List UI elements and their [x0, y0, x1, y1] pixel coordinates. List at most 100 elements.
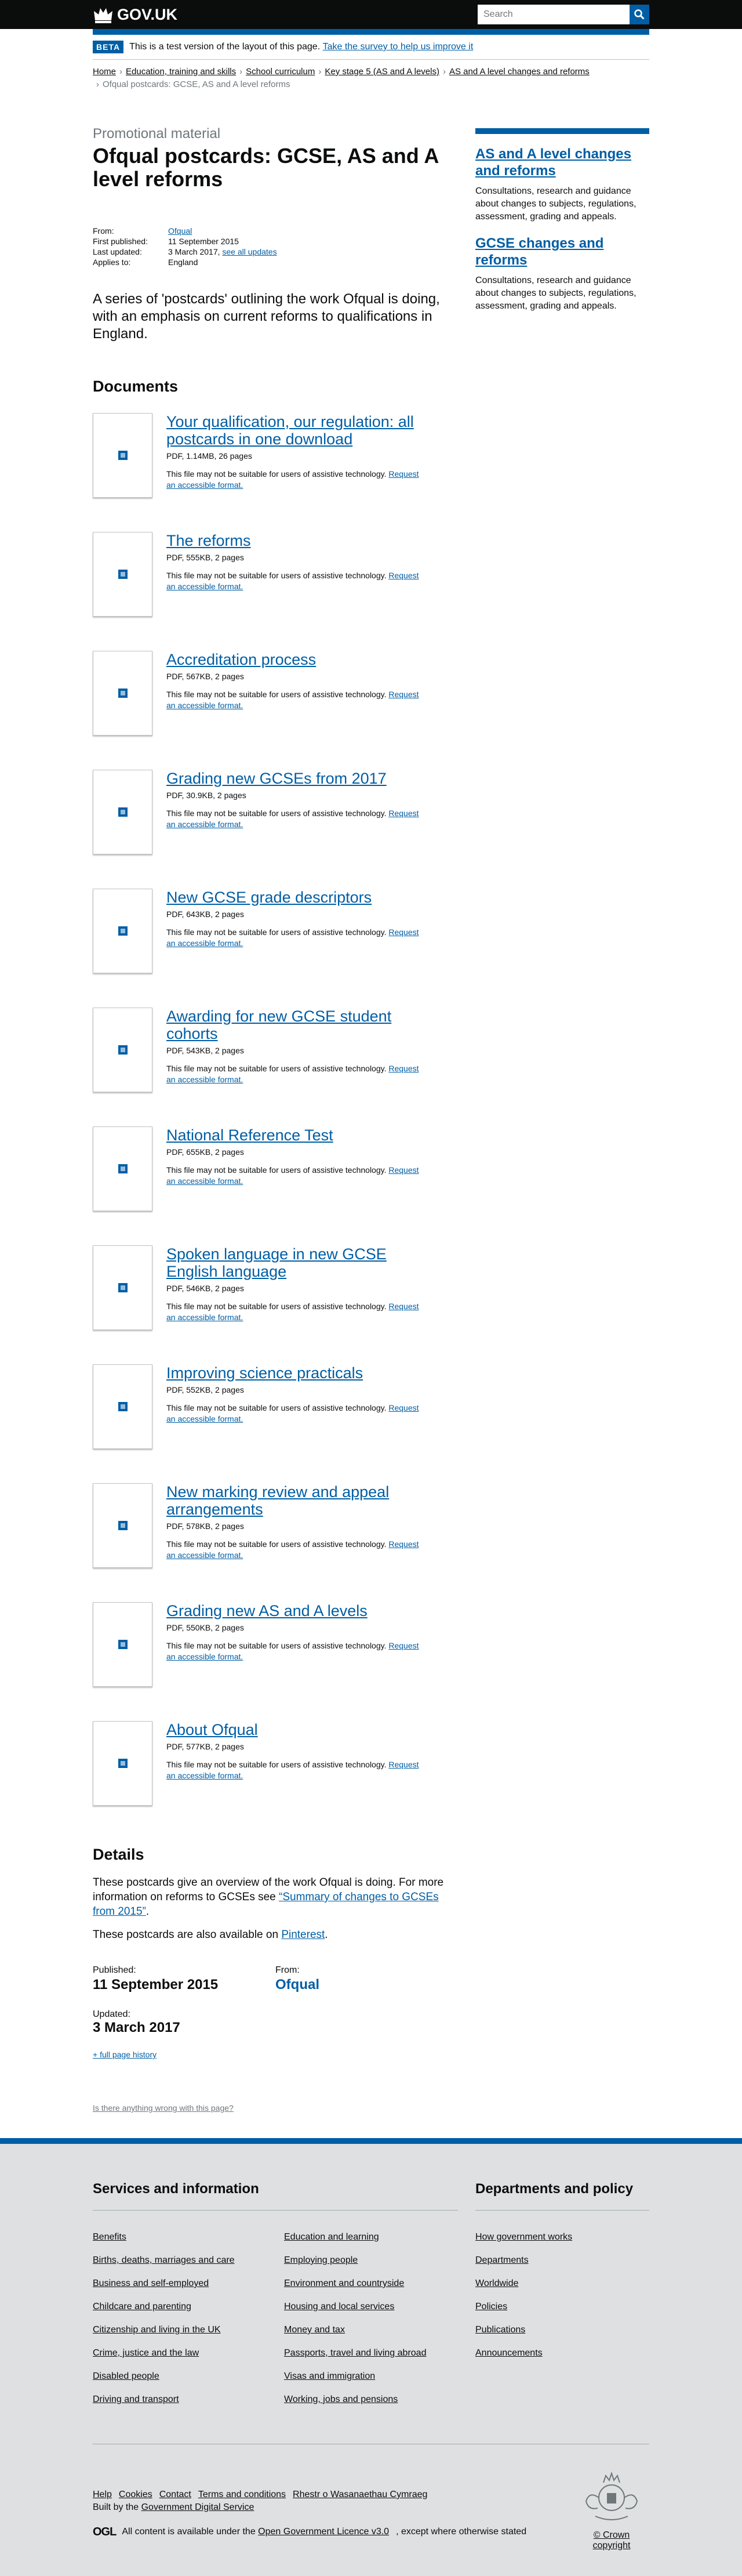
document-title-link[interactable]: Accreditation process — [166, 651, 427, 668]
related-desc-as-a-level: Consultations, research and guidance abo… — [475, 186, 636, 222]
survey-link[interactable]: Take the survey to help us improve it — [323, 42, 474, 52]
related-link-as-a-level[interactable]: AS and A level changes and reforms — [475, 146, 649, 179]
updated-label: Updated: — [93, 2009, 130, 2019]
document-title-link[interactable]: Grading new GCSEs from 2017 — [166, 770, 427, 787]
footer-service-link[interactable]: Working, jobs and pensions — [284, 2394, 398, 2404]
footer-meta-link[interactable]: Help — [93, 2490, 112, 2499]
document-thumbnail[interactable] — [93, 770, 152, 854]
document-thumbnail[interactable] — [93, 1483, 152, 1568]
search-input[interactable] — [478, 5, 630, 24]
footer-service-link[interactable]: Citizenship and living in the UK — [93, 2325, 221, 2335]
footer-service-link[interactable]: Crime, justice and the law — [93, 2348, 199, 2358]
crown-copyright: © Crown copyright — [574, 2468, 649, 2551]
built-by-text: Built by the — [93, 2502, 139, 2512]
search-button[interactable] — [630, 5, 649, 24]
document-title-link[interactable]: Awarding for new GCSE student cohorts — [166, 1008, 427, 1042]
warning-text: This file may not be suitable for users … — [166, 1403, 387, 1412]
breadcrumb-link[interactable]: Home — [93, 67, 116, 77]
footer-service-link[interactable]: Disabled people — [93, 2371, 159, 2381]
document-thumbnail[interactable] — [93, 889, 152, 973]
warning-text: This file may not be suitable for users … — [166, 1165, 387, 1175]
published-label: Published: — [93, 1965, 136, 1975]
see-all-updates-link[interactable]: see all updates — [222, 247, 277, 256]
related-sidebar: AS and A level changes and reforms Consu… — [475, 126, 649, 2113]
document-thumbnail[interactable] — [93, 1126, 152, 1211]
document-title-link[interactable]: New marking review and appeal arrangemen… — [166, 1483, 427, 1518]
footer-meta-link[interactable]: Rhestr o Wasanaethau Cymraeg — [293, 2490, 427, 2499]
document-title-link[interactable]: Spoken language in new GCSE English lang… — [166, 1245, 427, 1280]
footer-department-link[interactable]: How government works — [475, 2232, 572, 2242]
warning-text: This file may not be suitable for users … — [166, 690, 387, 699]
document-item: Grading new GCSEs from 2017 PDF, 30.9KB, … — [93, 770, 458, 889]
footer-meta-link[interactable]: Contact — [159, 2490, 191, 2499]
accessibility-warning: This file may not be suitable for users … — [166, 1640, 427, 1662]
warning-text: This file may not be suitable for users … — [166, 1760, 387, 1769]
header-underline — [93, 29, 649, 35]
document-title-link[interactable]: Your qualification, our regulation: all … — [166, 413, 427, 448]
document-thumbnail[interactable] — [93, 651, 152, 736]
footer-department-link[interactable]: Announcements — [475, 2348, 543, 2358]
footer-department-link[interactable]: Departments — [475, 2255, 529, 2265]
crown-copyright-link[interactable]: © Crown copyright — [593, 2530, 631, 2550]
document-item: Your qualification, our regulation: all … — [93, 413, 458, 532]
footer-meta-link[interactable]: Terms and conditions — [198, 2490, 286, 2499]
breadcrumb-separator-icon: › — [239, 67, 243, 77]
document-title-link[interactable]: The reforms — [166, 532, 427, 549]
document-title-link[interactable]: Grading new AS and A levels — [166, 1602, 427, 1619]
from-ofqual-link[interactable]: Ofqual — [275, 1977, 458, 1993]
document-thumbnail[interactable] — [93, 1364, 152, 1449]
footer-service-item: Money and tax — [284, 2324, 458, 2336]
details-paragraph-2: These postcards are also available on Pi… — [93, 1928, 458, 1942]
accessibility-warning: This file may not be suitable for users … — [166, 1165, 427, 1187]
breadcrumb-link[interactable]: Key stage 5 (AS and A levels) — [325, 67, 439, 77]
document-title-link[interactable]: National Reference Test — [166, 1126, 427, 1144]
ogl-licence-link[interactable]: Open Government Licence v3.0 — [258, 2527, 389, 2537]
pinterest-link[interactable]: Pinterest — [281, 1929, 325, 1941]
footer-service-link[interactable]: Business and self-employed — [93, 2278, 209, 2288]
footer-service-link[interactable]: Births, deaths, marriages and care — [93, 2255, 235, 2265]
breadcrumb-link[interactable]: School curriculum — [246, 67, 315, 77]
document-thumbnail[interactable] — [93, 1602, 152, 1687]
document-thumbnail[interactable] — [93, 1008, 152, 1092]
document-meta: PDF, 577KB, 2 pages — [166, 1742, 244, 1751]
footer-service-link[interactable]: Driving and transport — [93, 2394, 179, 2404]
footer-service-link[interactable]: Benefits — [93, 2232, 126, 2242]
footer-service-link[interactable]: Visas and immigration — [284, 2371, 375, 2381]
gds-link[interactable]: Government Digital Service — [141, 2502, 254, 2512]
last-updated-value: 3 March 2017, — [168, 247, 220, 256]
breadcrumb-link[interactable]: AS and A level changes and reforms — [449, 67, 590, 77]
applies-to-label: Applies to: — [93, 258, 131, 267]
footer-service-link[interactable]: Housing and local services — [284, 2302, 394, 2311]
related-link-gcse[interactable]: GCSE changes and reforms — [475, 235, 649, 269]
details-heading: Details — [93, 1846, 144, 1863]
footer-service-link[interactable]: Employing people — [284, 2255, 358, 2265]
footer-department-link[interactable]: Publications — [475, 2325, 525, 2335]
document-thumbnail[interactable] — [93, 1245, 152, 1330]
footer-meta-link[interactable]: Cookies — [119, 2490, 152, 2499]
footer-meta-links: Help Cookies Contact Terms and conditions Rh… — [93, 2488, 526, 2501]
document-title-link[interactable]: New GCSE grade descriptors — [166, 889, 427, 906]
document-thumbnail[interactable] — [93, 1721, 152, 1806]
document-meta: PDF, 578KB, 2 pages — [166, 1521, 244, 1531]
footer-service-link[interactable]: Education and learning — [284, 2232, 379, 2242]
breadcrumb-link[interactable]: Education, training and skills — [126, 67, 236, 77]
footer-service-link[interactable]: Environment and countryside — [284, 2278, 404, 2288]
footer-service-link[interactable]: Money and tax — [284, 2325, 345, 2335]
document-thumbnail[interactable] — [93, 413, 152, 498]
document-meta: PDF, 546KB, 2 pages — [166, 1284, 244, 1293]
document-icon — [118, 1759, 128, 1768]
report-problem-link[interactable]: Is there anything wrong with this page? — [93, 2103, 458, 2113]
footer-service-link[interactable]: Passports, travel and living abroad — [284, 2348, 426, 2358]
full-page-history-link[interactable]: + full page history — [93, 2050, 157, 2059]
footer-service-item: Crime, justice and the law — [93, 2347, 267, 2359]
document-thumbnail[interactable] — [93, 532, 152, 617]
footer-department-item: Announcements — [475, 2347, 649, 2359]
footer-department-link[interactable]: Policies — [475, 2302, 507, 2311]
footer-department-link[interactable]: Worldwide — [475, 2278, 518, 2288]
footer-departments: Departments and policy How government wo… — [475, 2181, 649, 2417]
footer-service-link[interactable]: Childcare and parenting — [93, 2302, 191, 2311]
govuk-logo-link[interactable]: GOV.UK — [93, 5, 177, 24]
from-link[interactable]: Ofqual — [168, 226, 192, 236]
document-title-link[interactable]: Improving science practicals — [166, 1364, 427, 1382]
document-title-link[interactable]: About Ofqual — [166, 1721, 427, 1738]
